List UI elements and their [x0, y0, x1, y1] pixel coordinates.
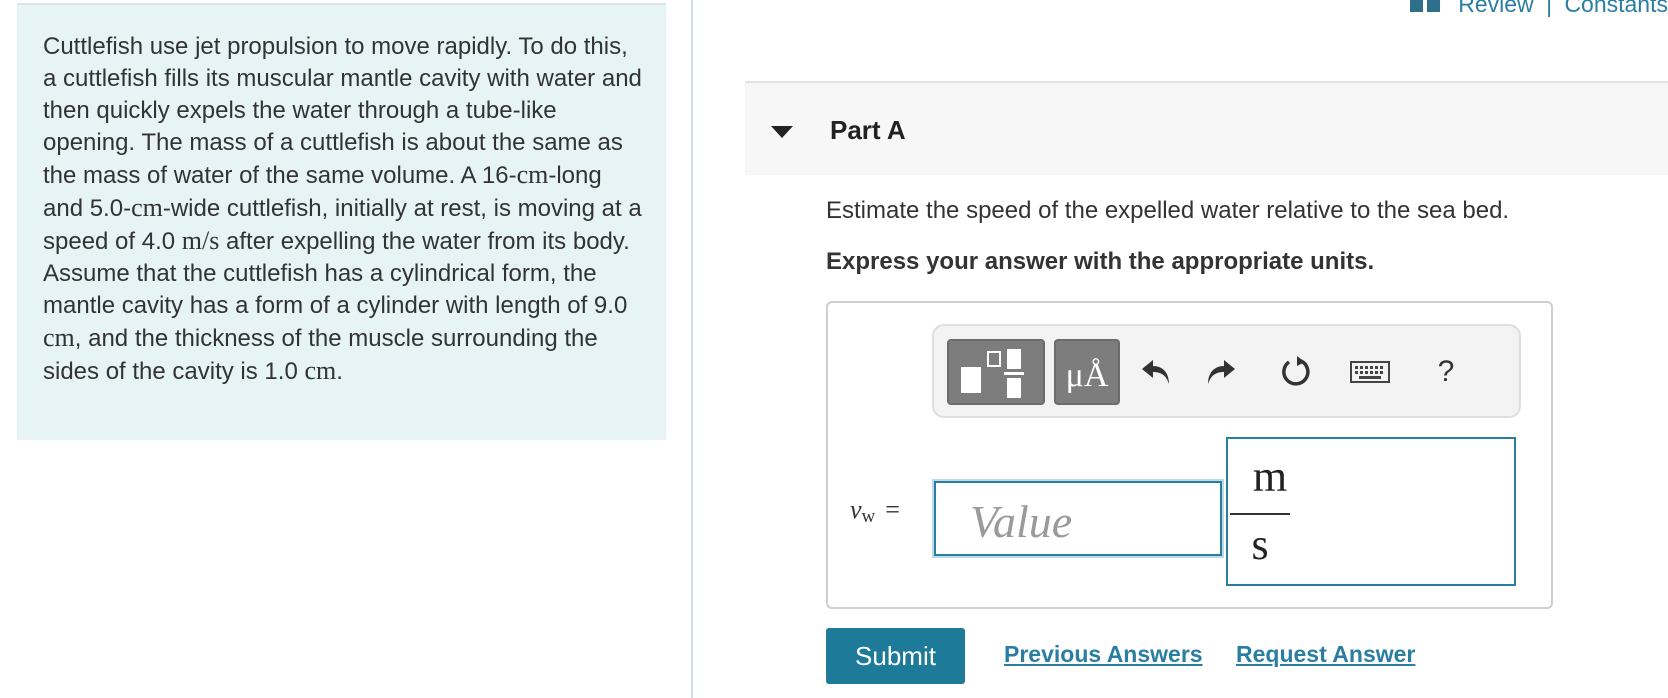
problem-text-segment: . [336, 358, 343, 385]
submit-button[interactable]: Submit [826, 628, 965, 684]
review-link[interactable]: Review [1458, 0, 1533, 17]
request-answer-link[interactable]: Request Answer [1236, 641, 1415, 668]
reset-icon[interactable] [1274, 346, 1318, 398]
unit-symbol: m/s [181, 226, 220, 255]
variable-label: vw = [850, 495, 900, 527]
column-divider [691, 0, 693, 698]
problem-statement: Cuttlefish use jet propulsion to move ra… [43, 31, 643, 388]
unit-symbol: cm [131, 193, 163, 222]
answer-box: μÅ ? vw = m s [826, 301, 1553, 609]
collapse-caret-icon[interactable] [771, 126, 793, 138]
unit-numerator: m [1252, 452, 1288, 501]
problem-panel: Cuttlefish use jet propulsion to move ra… [17, 3, 666, 440]
redo-icon[interactable] [1199, 346, 1243, 398]
review-constants-bar: Review | Constants [1409, 0, 1668, 18]
part-title: Part A [830, 115, 906, 145]
constants-link[interactable]: Constants [1564, 0, 1668, 17]
units-icon[interactable]: μÅ [1054, 339, 1120, 405]
part-a-header[interactable]: Part A [745, 81, 1668, 175]
keyboard-icon[interactable] [1346, 346, 1394, 398]
separator: | [1546, 0, 1553, 17]
help-icon[interactable]: ? [1424, 346, 1468, 398]
unit-symbol: cm [304, 356, 337, 385]
variable-symbol: v [850, 495, 862, 524]
previous-answers-link[interactable]: Previous Answers [1004, 641, 1203, 668]
unit-denominator: s [1251, 520, 1269, 569]
unit-symbol: cm [43, 323, 75, 352]
math-toolbar: μÅ ? [932, 324, 1521, 418]
undo-icon[interactable] [1134, 346, 1178, 398]
equals-sign: = [885, 495, 900, 524]
units-input[interactable]: m s [1226, 437, 1516, 586]
fraction-template-icon[interactable] [947, 339, 1045, 405]
variable-subscript: w [861, 506, 876, 527]
question-text: Estimate the speed of the expelled water… [826, 197, 1510, 224]
unit-fraction-bar [1230, 513, 1290, 515]
unit-symbol: cm [516, 160, 549, 189]
instruction-text: Express your answer with the appropriate… [826, 248, 1375, 275]
book-icon [1409, 0, 1440, 14]
value-input[interactable] [934, 481, 1222, 556]
